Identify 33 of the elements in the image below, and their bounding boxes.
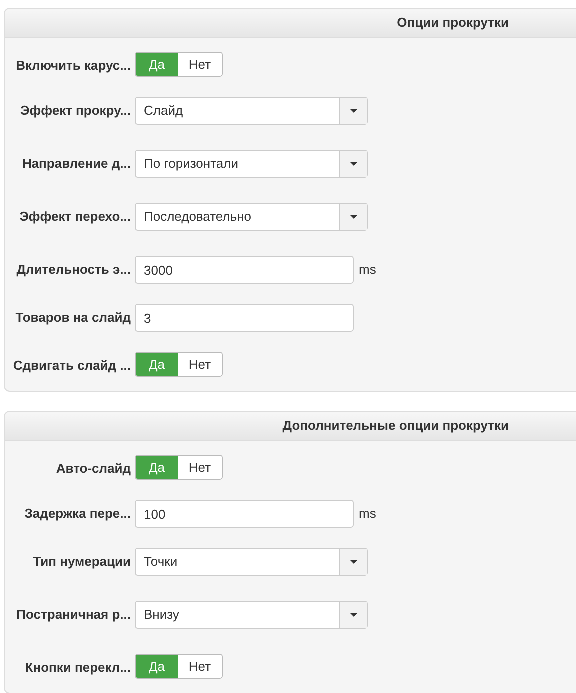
caret-icon (350, 613, 358, 617)
field-label: Тип нумерации (32, 553, 131, 571)
field-label: Авто-слайд (55, 460, 131, 478)
field-label: Эффект перехо... (18, 208, 131, 226)
caret-icon (350, 109, 358, 113)
field-label: Товаров на слайд (14, 309, 131, 327)
unit-label: ms (358, 505, 376, 523)
panel-title: Дополнительные опции прокрутки (282, 417, 509, 436)
caret-icon (350, 560, 358, 564)
text-input[interactable]: 100 (135, 500, 354, 528)
unit-label: ms (358, 261, 376, 279)
text-input[interactable]: 3 (135, 304, 354, 332)
field-label: Длительность э... (16, 261, 131, 279)
field-label: Задержка пере... (24, 505, 131, 523)
field-label: Направление д... (21, 155, 131, 173)
field-label: Включить карус... (15, 57, 131, 75)
field-label: Кнопки перекл... (24, 659, 131, 677)
field-label: Постраничная р... (16, 606, 131, 624)
dropdown-select[interactable]: Слайд (135, 97, 368, 125)
toggle-option[interactable]: Нет (178, 456, 222, 479)
dropdown-select[interactable]: Последовательно (135, 203, 368, 231)
field-label: Эффект прокру... (20, 102, 131, 120)
dropdown-select[interactable]: По горизонтали (135, 150, 368, 178)
toggle-option[interactable]: Нет (178, 53, 222, 76)
panel-title: Опции прокрутки (397, 14, 509, 32)
field-label: Сдвигать слайд ... (12, 357, 131, 375)
dropdown-select[interactable]: Внизу (135, 601, 368, 629)
caret-icon (350, 162, 358, 166)
dropdown-select[interactable]: Точки (135, 548, 368, 576)
toggle-option[interactable]: Нет (178, 353, 222, 376)
text-input[interactable]: 3000 (135, 256, 354, 284)
caret-icon (350, 215, 358, 219)
toggle-option[interactable]: Нет (178, 655, 222, 678)
